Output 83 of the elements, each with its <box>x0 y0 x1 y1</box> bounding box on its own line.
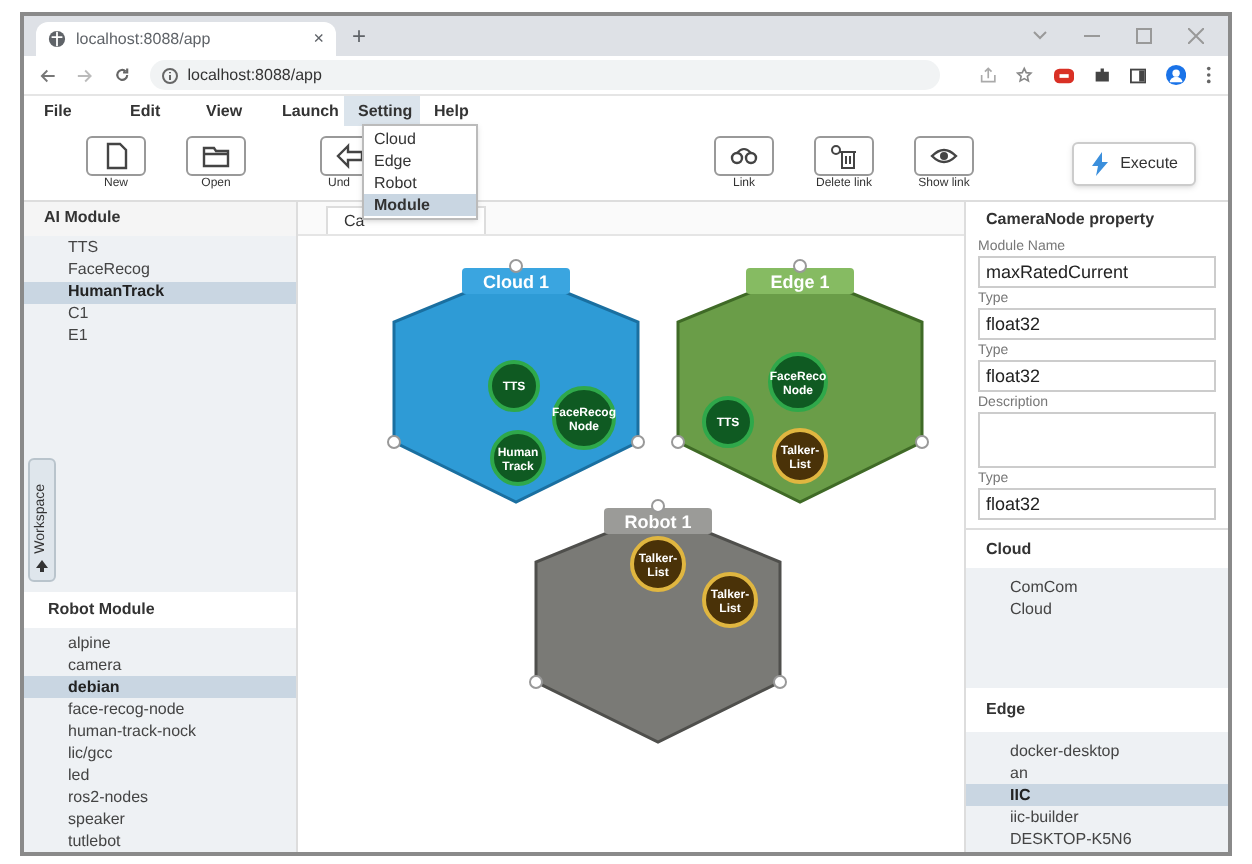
menu-item[interactable]: Setting <box>344 96 420 126</box>
list-item[interactable]: camera <box>24 654 296 676</box>
document-icon <box>102 141 130 169</box>
list-item[interactable]: face-recog-node <box>24 698 296 720</box>
link-button[interactable] <box>714 135 774 175</box>
input-field[interactable]: float32 <box>978 488 1216 520</box>
panel-title: CameraNode property <box>984 208 1157 232</box>
handle-icon[interactable] <box>651 499 665 513</box>
dropdown-item[interactable]: Robot <box>364 172 476 194</box>
list-item[interactable]: TTS <box>24 237 296 260</box>
open-button[interactable] <box>186 135 246 175</box>
list-item[interactable]: ComCom <box>966 576 1228 598</box>
share-icon[interactable] <box>980 66 997 84</box>
avatar-icon[interactable] <box>1166 64 1187 86</box>
close-icon[interactable] <box>1188 28 1204 44</box>
handle-icon[interactable] <box>773 675 787 689</box>
menu-item[interactable]: Help <box>420 96 496 126</box>
list-item[interactable]: alpine <box>24 632 296 654</box>
input-field[interactable]: float32 <box>978 308 1216 340</box>
list-item[interactable]: speaker <box>24 808 296 830</box>
handle-icon[interactable] <box>631 435 645 449</box>
group-title: Robot 1 <box>624 512 692 532</box>
more-icon[interactable] <box>1206 66 1212 84</box>
handle-icon[interactable] <box>509 259 523 273</box>
menu-item[interactable]: Edit <box>116 96 192 126</box>
menu-item[interactable]: File <box>44 96 116 126</box>
group-title: Edge 1 <box>770 272 830 292</box>
dropdown-item[interactable]: Cloud <box>364 128 476 150</box>
input-field[interactable]: maxRatedCurrent <box>978 256 1216 288</box>
list-item[interactable]: an <box>966 762 1228 784</box>
list-item[interactable]: debian <box>24 676 296 698</box>
handle-icon[interactable] <box>793 259 807 273</box>
new-tab-button[interactable]: + <box>352 18 367 54</box>
list-item[interactable]: FaceRecog <box>24 259 296 282</box>
new-button[interactable] <box>86 135 146 175</box>
maximize-icon[interactable] <box>1136 28 1152 44</box>
list-item[interactable]: HumanTrack <box>24 281 296 304</box>
handle-icon[interactable] <box>529 675 543 689</box>
group-title: Cloud 1 <box>483 272 549 292</box>
arrow-left-icon <box>336 141 364 169</box>
arrow-up-icon <box>36 560 48 572</box>
handle-icon[interactable] <box>915 435 929 449</box>
dropdown-item[interactable]: Module <box>364 194 476 216</box>
show-button[interactable] <box>914 135 974 175</box>
menu-item[interactable]: View <box>192 96 268 126</box>
info-icon <box>161 67 178 83</box>
trash-link-icon <box>830 141 858 169</box>
url-field[interactable]: localhost:8088/app <box>149 60 941 90</box>
input-field[interactable]: float32 <box>978 360 1216 392</box>
panel-title: Edge <box>966 688 1228 732</box>
list-item[interactable]: human-track-nock <box>24 720 296 742</box>
lightning-icon <box>1090 151 1111 175</box>
list-item[interactable]: ros2-nodes <box>24 786 296 808</box>
panel-title: Cloud <box>966 528 1228 568</box>
panel-title: Robot Module <box>24 592 296 628</box>
handle-icon[interactable] <box>671 435 685 449</box>
list-item[interactable]: tutlebot <box>24 830 296 852</box>
handle-icon[interactable] <box>387 435 401 449</box>
menu-item[interactable]: Launch <box>268 96 344 126</box>
tab-title: localhost:8088/app <box>76 27 213 51</box>
list-item[interactable]: E1 <box>24 325 296 348</box>
list-item[interactable]: IIC <box>966 784 1228 806</box>
close-tab-icon[interactable]: × <box>313 25 324 53</box>
minimize-icon[interactable] <box>1084 34 1100 38</box>
star-icon[interactable] <box>1016 66 1034 84</box>
panel-title: AI Module <box>24 202 296 236</box>
execute-button[interactable]: Execute <box>1072 141 1196 185</box>
list-item[interactable]: iic-builder <box>966 806 1228 828</box>
list-item[interactable]: lic/gcc <box>24 742 296 764</box>
chevron-down-icon[interactable] <box>1032 30 1048 42</box>
folder-icon <box>202 141 230 169</box>
browser-tab[interactable]: localhost:8088/app × <box>36 22 336 56</box>
unlink-button[interactable] <box>814 135 874 175</box>
reload-icon[interactable] <box>113 66 130 84</box>
list-item[interactable]: C1 <box>24 303 296 326</box>
back-icon[interactable] <box>40 67 57 83</box>
sidebar-icon[interactable] <box>1129 67 1147 83</box>
list-item[interactable]: Cloud <box>966 598 1228 620</box>
extension-icon[interactable] <box>1053 67 1074 83</box>
list-item[interactable]: docker-desktop <box>966 740 1228 762</box>
dropdown-item[interactable]: Edge <box>364 150 476 172</box>
list-item[interactable]: DESKTOP-K5N6 <box>966 828 1228 850</box>
list-item[interactable]: led <box>24 764 296 786</box>
